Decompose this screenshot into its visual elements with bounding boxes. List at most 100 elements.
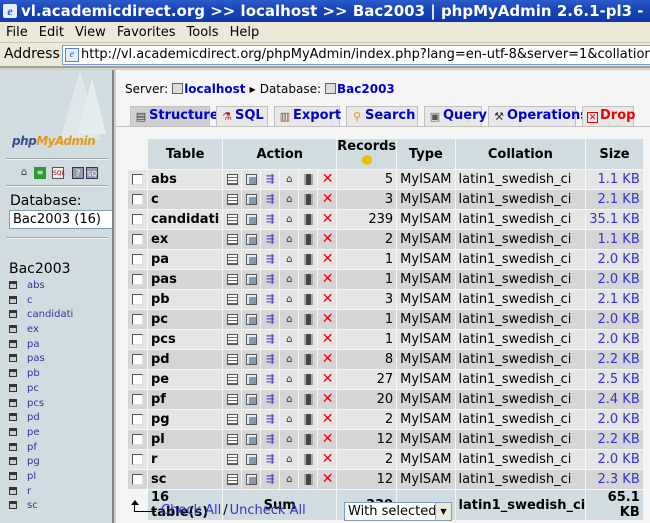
insert-icon[interactable]: ⇶	[265, 454, 276, 465]
drop-icon[interactable]: ✕	[322, 472, 334, 486]
table-icon[interactable]	[9, 442, 17, 451]
row-checkbox[interactable]	[132, 434, 143, 445]
browse-icon[interactable]	[226, 234, 238, 245]
table-icon[interactable]	[9, 295, 17, 304]
row-checkbox[interactable]	[132, 354, 143, 365]
database-title[interactable]: Bac2003	[9, 261, 71, 277]
table-name[interactable]: ex	[148, 230, 223, 249]
empty-icon[interactable]	[303, 394, 313, 405]
table-icon[interactable]	[9, 354, 17, 363]
table-icon[interactable]	[9, 427, 17, 436]
select-icon[interactable]	[245, 234, 257, 245]
drop-icon[interactable]: ✕	[322, 352, 334, 366]
drop-icon[interactable]: ✕	[322, 432, 334, 446]
menu-help[interactable]: Help	[224, 22, 265, 43]
table-list-item[interactable]: pf	[9, 441, 73, 456]
browse-icon[interactable]	[226, 454, 238, 465]
properties-icon[interactable]: ⌂	[284, 314, 295, 325]
browse-icon[interactable]	[226, 174, 238, 185]
properties-icon[interactable]: ⌂	[284, 194, 295, 205]
insert-icon[interactable]: ⇶	[265, 474, 276, 485]
properties-icon[interactable]: ⌂	[284, 474, 295, 485]
browse-icon[interactable]	[226, 254, 238, 265]
empty-icon[interactable]	[303, 314, 313, 325]
row-checkbox[interactable]	[132, 234, 143, 245]
empty-icon[interactable]	[303, 354, 313, 365]
table-list-item[interactable]: pe	[9, 426, 73, 441]
insert-icon[interactable]: ⇶	[265, 334, 276, 345]
drop-icon[interactable]: ✕	[322, 212, 334, 226]
table-list-item[interactable]: pcs	[9, 397, 73, 412]
table-icon[interactable]	[9, 325, 17, 334]
drop-icon[interactable]: ✕	[322, 372, 334, 386]
insert-icon[interactable]: ⇶	[265, 414, 276, 425]
size-link[interactable]: 2.0 KB	[586, 330, 643, 349]
drop-icon[interactable]: ✕	[322, 412, 334, 426]
table-list-item[interactable]: abs	[9, 279, 73, 294]
drop-icon[interactable]: ✕	[322, 392, 334, 406]
table-list-item[interactable]: c	[9, 294, 73, 309]
size-link[interactable]: 2.0 KB	[586, 270, 643, 289]
insert-icon[interactable]: ⇶	[265, 174, 276, 185]
address-input[interactable]: e http://vl.academicdirect.org/phpMyAdmi…	[62, 45, 650, 65]
database-link[interactable]: Bac2003	[337, 82, 395, 96]
properties-icon[interactable]: ⌂	[284, 454, 295, 465]
insert-icon[interactable]: ⇶	[265, 214, 276, 225]
table-list-item[interactable]: pb	[9, 367, 73, 382]
tab-export[interactable]: ▥ Export	[274, 106, 341, 126]
row-checkbox[interactable]	[132, 474, 143, 485]
select-icon[interactable]	[245, 454, 257, 465]
browse-icon[interactable]	[226, 314, 238, 325]
size-link[interactable]: 2.1 KB	[586, 190, 643, 209]
table-icon[interactable]	[9, 398, 17, 407]
select-icon[interactable]	[245, 294, 257, 305]
size-link[interactable]: 2.2 KB	[586, 430, 643, 449]
table-name[interactable]: pe	[148, 370, 223, 389]
table-name[interactable]: pas	[148, 270, 223, 289]
insert-icon[interactable]: ⇶	[265, 254, 276, 265]
tab-search[interactable]: ⚲ Search	[346, 106, 418, 126]
drop-icon[interactable]: ✕	[322, 312, 334, 326]
select-icon[interactable]	[245, 434, 257, 445]
empty-icon[interactable]	[303, 214, 313, 225]
table-icon[interactable]	[9, 281, 17, 289]
empty-icon[interactable]	[303, 474, 313, 485]
drop-icon[interactable]: ✕	[322, 252, 334, 266]
size-link[interactable]: 2.0 KB	[586, 450, 643, 469]
drop-icon[interactable]: ✕	[322, 192, 334, 206]
browse-icon[interactable]	[226, 354, 238, 365]
drop-icon[interactable]: ✕	[322, 232, 334, 246]
select-icon[interactable]	[245, 254, 257, 265]
size-link[interactable]: 1.1 KB	[586, 230, 643, 249]
properties-icon[interactable]: ⌂	[284, 374, 295, 385]
insert-icon[interactable]: ⇶	[265, 234, 276, 245]
browse-icon[interactable]	[226, 334, 238, 345]
row-checkbox[interactable]	[132, 274, 143, 285]
insert-icon[interactable]: ⇶	[265, 274, 276, 285]
empty-icon[interactable]	[303, 274, 313, 285]
browse-icon[interactable]	[226, 474, 238, 485]
browse-icon[interactable]	[226, 294, 238, 305]
tab-query[interactable]: ▣ Query	[424, 106, 487, 126]
phpmyadmin-logo[interactable]: phpMyAdmin	[12, 134, 96, 148]
properties-icon[interactable]: ⌂	[284, 334, 295, 345]
size-link[interactable]: 2.3 KB	[586, 470, 643, 489]
select-icon[interactable]	[245, 214, 257, 225]
empty-icon[interactable]	[303, 434, 313, 445]
table-list-item[interactable]: pa	[9, 338, 73, 353]
select-icon[interactable]	[245, 174, 257, 185]
drop-icon[interactable]: ✕	[322, 452, 334, 466]
insert-icon[interactable]: ⇶	[265, 374, 276, 385]
row-checkbox[interactable]	[132, 334, 143, 345]
properties-icon[interactable]: ⌂	[284, 234, 295, 245]
properties-icon[interactable]: ⌂	[284, 254, 295, 265]
table-icon[interactable]	[9, 486, 17, 495]
row-checkbox[interactable]	[132, 254, 143, 265]
properties-icon[interactable]: ⌂	[284, 394, 295, 405]
menu-file[interactable]: File	[0, 22, 33, 43]
table-name[interactable]: abs	[148, 170, 223, 189]
table-name[interactable]: r	[148, 450, 223, 469]
table-name[interactable]: pd	[148, 350, 223, 369]
row-checkbox[interactable]	[132, 454, 143, 465]
empty-icon[interactable]	[303, 194, 313, 205]
